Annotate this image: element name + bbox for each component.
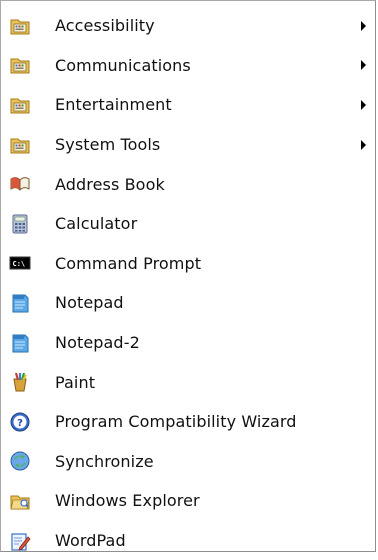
program-group-folder-icon	[9, 54, 31, 76]
menu-item-label: System Tools	[55, 135, 161, 155]
menu-item-entertainment[interactable]: Entertainment	[1, 85, 375, 125]
program-group-folder-icon	[9, 94, 31, 116]
paint-icon	[9, 371, 31, 393]
menu-item-label: Command Prompt	[55, 253, 202, 273]
menu-item-label: Synchronize	[55, 451, 154, 471]
menu-item-label: WordPad	[55, 531, 126, 551]
synchronize-icon	[9, 450, 31, 472]
menu-item-address-book[interactable]: Address Book	[1, 164, 375, 204]
submenu-arrow-icon	[361, 139, 366, 150]
submenu-arrow-icon	[361, 99, 366, 110]
wordpad-icon	[9, 530, 31, 552]
menu-item-label: Program Compatibility Wizard	[55, 412, 297, 432]
menu-item-program-compatibility-wizard[interactable]: ? Program Compatibility Wizard	[1, 402, 375, 442]
program-group-folder-icon	[9, 134, 31, 156]
submenu-arrow-icon	[361, 20, 366, 31]
menu-item-label: Paint	[55, 372, 96, 392]
menu-item-notepad[interactable]: Notepad	[1, 283, 375, 323]
menu-item-label: Entertainment	[55, 95, 172, 115]
menu-item-label: Windows Explorer	[55, 491, 200, 511]
svg-text:?: ?	[17, 418, 23, 429]
program-group-folder-icon	[9, 15, 31, 37]
address-book-icon	[9, 173, 31, 195]
command-prompt-icon: C:\	[9, 252, 31, 274]
menu-item-label: Accessibility	[55, 16, 155, 36]
notepad-icon	[9, 292, 31, 314]
menu-item-label: Notepad	[55, 293, 124, 313]
menu-item-calculator[interactable]: Calculator	[1, 204, 375, 244]
menu-item-notepad-2[interactable]: Notepad-2	[1, 323, 375, 363]
menu-item-label: Calculator	[55, 214, 138, 234]
explorer-folder-icon	[9, 490, 31, 512]
menu-item-label: Communications	[55, 55, 191, 75]
accessories-menu: Accessibility Communications Entertainme…	[0, 0, 376, 552]
menu-item-accessibility[interactable]: Accessibility	[1, 6, 375, 46]
menu-item-communications[interactable]: Communications	[1, 46, 375, 86]
menu-item-system-tools[interactable]: System Tools	[1, 125, 375, 165]
submenu-arrow-icon	[361, 60, 366, 71]
notepad-icon	[9, 332, 31, 354]
menu-item-wordpad[interactable]: WordPad	[1, 521, 375, 560]
menu-item-command-prompt[interactable]: C:\ Command Prompt	[1, 244, 375, 284]
calculator-icon	[9, 213, 31, 235]
menu-item-label: Notepad-2	[55, 333, 140, 353]
menu-item-label: Address Book	[55, 174, 165, 194]
menu-item-paint[interactable]: Paint	[1, 362, 375, 402]
menu-item-synchronize[interactable]: Synchronize	[1, 442, 375, 482]
svg-text:C:\: C:\	[13, 260, 26, 268]
help-wizard-icon: ?	[9, 411, 31, 433]
menu-item-windows-explorer[interactable]: Windows Explorer	[1, 481, 375, 521]
